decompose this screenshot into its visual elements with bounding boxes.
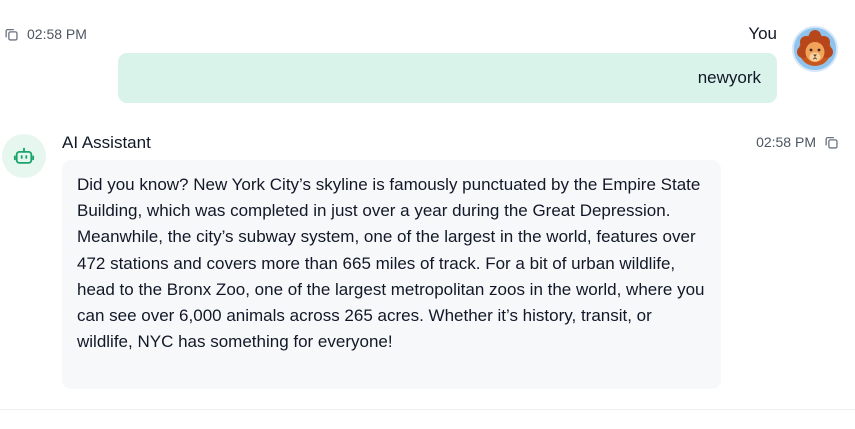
- user-message-meta: 02:58 PM: [4, 26, 87, 42]
- user-message-text: newyork: [697, 68, 761, 87]
- copy-icon[interactable]: [824, 135, 839, 150]
- divider: [0, 409, 855, 410]
- assistant-message-bubble: Did you know? New York City’s skyline is…: [62, 160, 721, 389]
- robot-icon: [13, 147, 35, 164]
- assistant-message-text: Did you know? New York City’s skyline is…: [77, 175, 705, 352]
- assistant-avatar: [2, 134, 46, 178]
- user-message-timestamp: 02:58 PM: [27, 26, 87, 42]
- assistant-message-meta: 02:58 PM: [756, 134, 839, 150]
- assistant-message-timestamp: 02:58 PM: [756, 134, 816, 150]
- user-message-bubble: newyork: [118, 53, 777, 103]
- copy-icon[interactable]: [4, 27, 19, 42]
- avatar[interactable]: [792, 26, 838, 72]
- assistant-name: AI Assistant: [62, 133, 151, 152]
- lion-avatar-icon: [794, 28, 836, 70]
- chat-page: 02:58 PM You newyork AI Assistant 02:58 …: [0, 0, 855, 429]
- user-name: You: [748, 24, 777, 43]
